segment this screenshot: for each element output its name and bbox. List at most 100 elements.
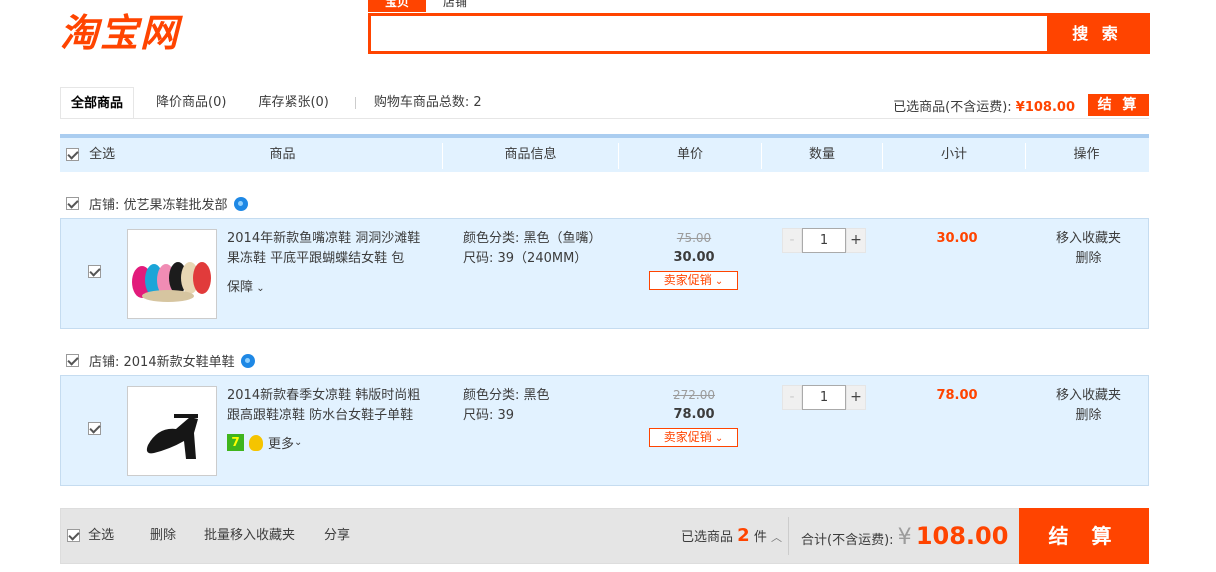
product-color: 颜色分类: 黑色（鱼嘴） bbox=[463, 231, 602, 246]
chat-icon[interactable] bbox=[240, 353, 255, 368]
product-color: 颜色分类: 黑色 bbox=[463, 388, 550, 403]
footer-select-all[interactable]: 全选 bbox=[67, 509, 114, 563]
product-thumbnail[interactable] bbox=[127, 386, 217, 476]
original-price: 272.00 bbox=[673, 388, 715, 402]
select-all-checkbox[interactable] bbox=[67, 529, 80, 542]
checkout-button[interactable]: 结 算 bbox=[1019, 508, 1149, 564]
total-label: 合计(不含运费): bbox=[801, 533, 894, 548]
cart-total-count: 购物车商品总数: 2 bbox=[373, 95, 482, 110]
select-all-label: 全选 bbox=[88, 528, 115, 543]
item-checkbox[interactable] bbox=[88, 422, 101, 435]
taobao-logo[interactable]: 淘宝网 bbox=[60, 2, 180, 57]
chevron-down-icon: ⌄ bbox=[253, 283, 265, 294]
shop-checkbox[interactable] bbox=[66, 354, 79, 367]
cart-item: 2014年新款鱼嘴凉鞋 洞洞沙滩鞋果冻鞋 平底平跟蝴蝶结女鞋 包 保障 ⌄ 颜色… bbox=[60, 218, 1149, 329]
current-price: 78.00 bbox=[673, 407, 715, 422]
seller-promo-dropdown[interactable]: 卖家促销 ⌄ bbox=[649, 428, 738, 447]
chevron-up-icon: ︿ bbox=[770, 531, 782, 544]
item-subtotal: 78.00 bbox=[936, 388, 978, 403]
select-all-checkbox[interactable] bbox=[66, 148, 79, 161]
product-size: 尺码: 39（240MM） bbox=[463, 251, 588, 266]
seller-promo-label: 卖家促销 bbox=[663, 430, 712, 444]
item-badges: 7 更多 ⌄ bbox=[227, 433, 302, 452]
header-actions: 操作 bbox=[1073, 147, 1100, 162]
current-price: 30.00 bbox=[673, 250, 715, 265]
header-unit-price: 单价 bbox=[676, 147, 703, 162]
summary-currency: ¥ bbox=[1015, 100, 1025, 115]
chevron-down-icon: ⌄ bbox=[711, 433, 724, 444]
quantity-stepper: - 1 + bbox=[782, 385, 866, 412]
total-area: 合计(不含运费): ¥ 108.00 bbox=[801, 509, 1008, 563]
checkout-button-top[interactable]: 结 算 bbox=[1088, 94, 1149, 116]
decrease-button[interactable]: - bbox=[782, 385, 802, 410]
tab-all-items[interactable]: 全部商品 bbox=[60, 87, 135, 119]
high-heel-sandal-image bbox=[128, 387, 216, 475]
selected-summary: 已选商品(不含运费): ¥108.00 bbox=[893, 96, 1075, 115]
shop-name[interactable]: 店铺: 优艺果冻鞋批发部 bbox=[89, 194, 228, 213]
summary-amount: 108.00 bbox=[1024, 100, 1075, 115]
chevron-down-icon: ⌄ bbox=[294, 437, 303, 448]
quantity-stepper: - 1 + bbox=[782, 228, 866, 255]
item-subtotal: 30.00 bbox=[936, 231, 978, 246]
header-subtotal: 小计 bbox=[940, 147, 967, 162]
search-input[interactable] bbox=[371, 16, 1047, 51]
header-product: 商品 bbox=[269, 147, 296, 162]
checkout-bar: 全选 删除 批量移入收藏夹 分享 已选商品 2 件 ︿ 合计(不含运费): ¥ … bbox=[60, 508, 1149, 564]
tab-price-drop[interactable]: 降价商品(0) bbox=[146, 87, 236, 119]
batch-favorite-link[interactable]: 批量移入收藏夹 bbox=[204, 509, 295, 563]
item-checkbox[interactable] bbox=[88, 265, 101, 278]
lightbulb-icon[interactable] bbox=[249, 434, 263, 451]
seller-promo-label: 卖家促销 bbox=[663, 273, 712, 287]
selected-count: 2 bbox=[737, 525, 750, 546]
header-info: 商品信息 bbox=[504, 147, 557, 162]
batch-delete-link[interactable]: 删除 bbox=[150, 509, 176, 563]
decrease-button[interactable]: - bbox=[782, 228, 802, 253]
quantity-input[interactable]: 1 bbox=[802, 385, 846, 410]
delete-item-link[interactable]: 删除 bbox=[1046, 406, 1131, 426]
move-to-favorites-link[interactable]: 移入收藏夹 bbox=[1046, 386, 1131, 406]
shop-header: 店铺: 优艺果冻鞋批发部 bbox=[66, 194, 248, 213]
product-title[interactable]: 2014新款春季女凉鞋 韩版时尚粗跟高跟鞋凉鞋 防水台女鞋子单鞋 bbox=[227, 386, 427, 426]
select-all-label: 全选 bbox=[89, 147, 116, 162]
total-amount: 108.00 bbox=[915, 522, 1009, 550]
shop-checkbox[interactable] bbox=[66, 197, 79, 210]
seller-promo-dropdown[interactable]: 卖家促销 ⌄ bbox=[649, 271, 738, 290]
quantity-input[interactable]: 1 bbox=[802, 228, 846, 253]
search-box: 搜 索 bbox=[368, 13, 1150, 54]
search-tab-item[interactable]: 宝贝 bbox=[368, 0, 426, 12]
chat-icon[interactable] bbox=[233, 196, 248, 211]
footer-divider bbox=[788, 517, 789, 555]
tab-low-stock[interactable]: 库存紧张(0) bbox=[248, 87, 338, 119]
increase-button[interactable]: + bbox=[846, 385, 866, 410]
header-select-all[interactable]: 全选 bbox=[66, 138, 126, 172]
search-tab-shop[interactable]: 店铺 bbox=[426, 0, 484, 12]
search-tabs: 宝贝 店铺 bbox=[368, 0, 484, 12]
product-title[interactable]: 2014年新款鱼嘴凉鞋 洞洞沙滩鞋果冻鞋 平底平跟蝴蝶结女鞋 包 bbox=[227, 229, 427, 269]
total-currency: ¥ bbox=[897, 525, 912, 550]
cart-item: 2014新款春季女凉鞋 韩版时尚粗跟高跟鞋凉鞋 防水台女鞋子单鞋 7 更多 ⌄ … bbox=[60, 375, 1149, 486]
cart-tabs: 全部商品 降价商品(0) 库存紧张(0) 购物车商品总数: 2 bbox=[60, 87, 504, 119]
selected-count-area[interactable]: 已选商品 2 件 ︿ bbox=[681, 509, 782, 563]
chevron-down-icon: ⌄ bbox=[711, 276, 724, 287]
product-size: 尺码: 39 bbox=[463, 408, 515, 423]
increase-button[interactable]: + bbox=[846, 228, 866, 253]
cart-table-header: 全选 商品 商品信息 单价 数量 小计 操作 bbox=[60, 134, 1149, 172]
guarantee-link[interactable]: 保障 ⌄ bbox=[227, 276, 265, 295]
search-area: 宝贝 店铺 搜 索 bbox=[368, 0, 1150, 54]
delete-item-link[interactable]: 删除 bbox=[1046, 249, 1131, 269]
selected-summary-label: 已选商品(不含运费): bbox=[893, 100, 1016, 115]
header-quantity: 数量 bbox=[808, 147, 835, 162]
product-thumbnail[interactable] bbox=[127, 229, 217, 319]
share-link[interactable]: 分享 bbox=[324, 509, 350, 563]
shop-header: 店铺: 2014新款女鞋单鞋 bbox=[66, 351, 255, 370]
search-button[interactable]: 搜 索 bbox=[1047, 16, 1147, 51]
selected-label: 已选商品 bbox=[681, 530, 734, 545]
selected-unit: 件 bbox=[753, 530, 767, 545]
move-to-favorites-link[interactable]: 移入收藏夹 bbox=[1046, 229, 1131, 249]
tabs-divider bbox=[60, 118, 1149, 119]
original-price: 75.00 bbox=[676, 231, 712, 245]
shop-name[interactable]: 店铺: 2014新款女鞋单鞋 bbox=[89, 351, 235, 370]
seven-day-return-badge[interactable]: 7 bbox=[227, 434, 244, 451]
jelly-shoes-image bbox=[128, 230, 216, 318]
more-label[interactable]: 更多 bbox=[268, 433, 294, 452]
